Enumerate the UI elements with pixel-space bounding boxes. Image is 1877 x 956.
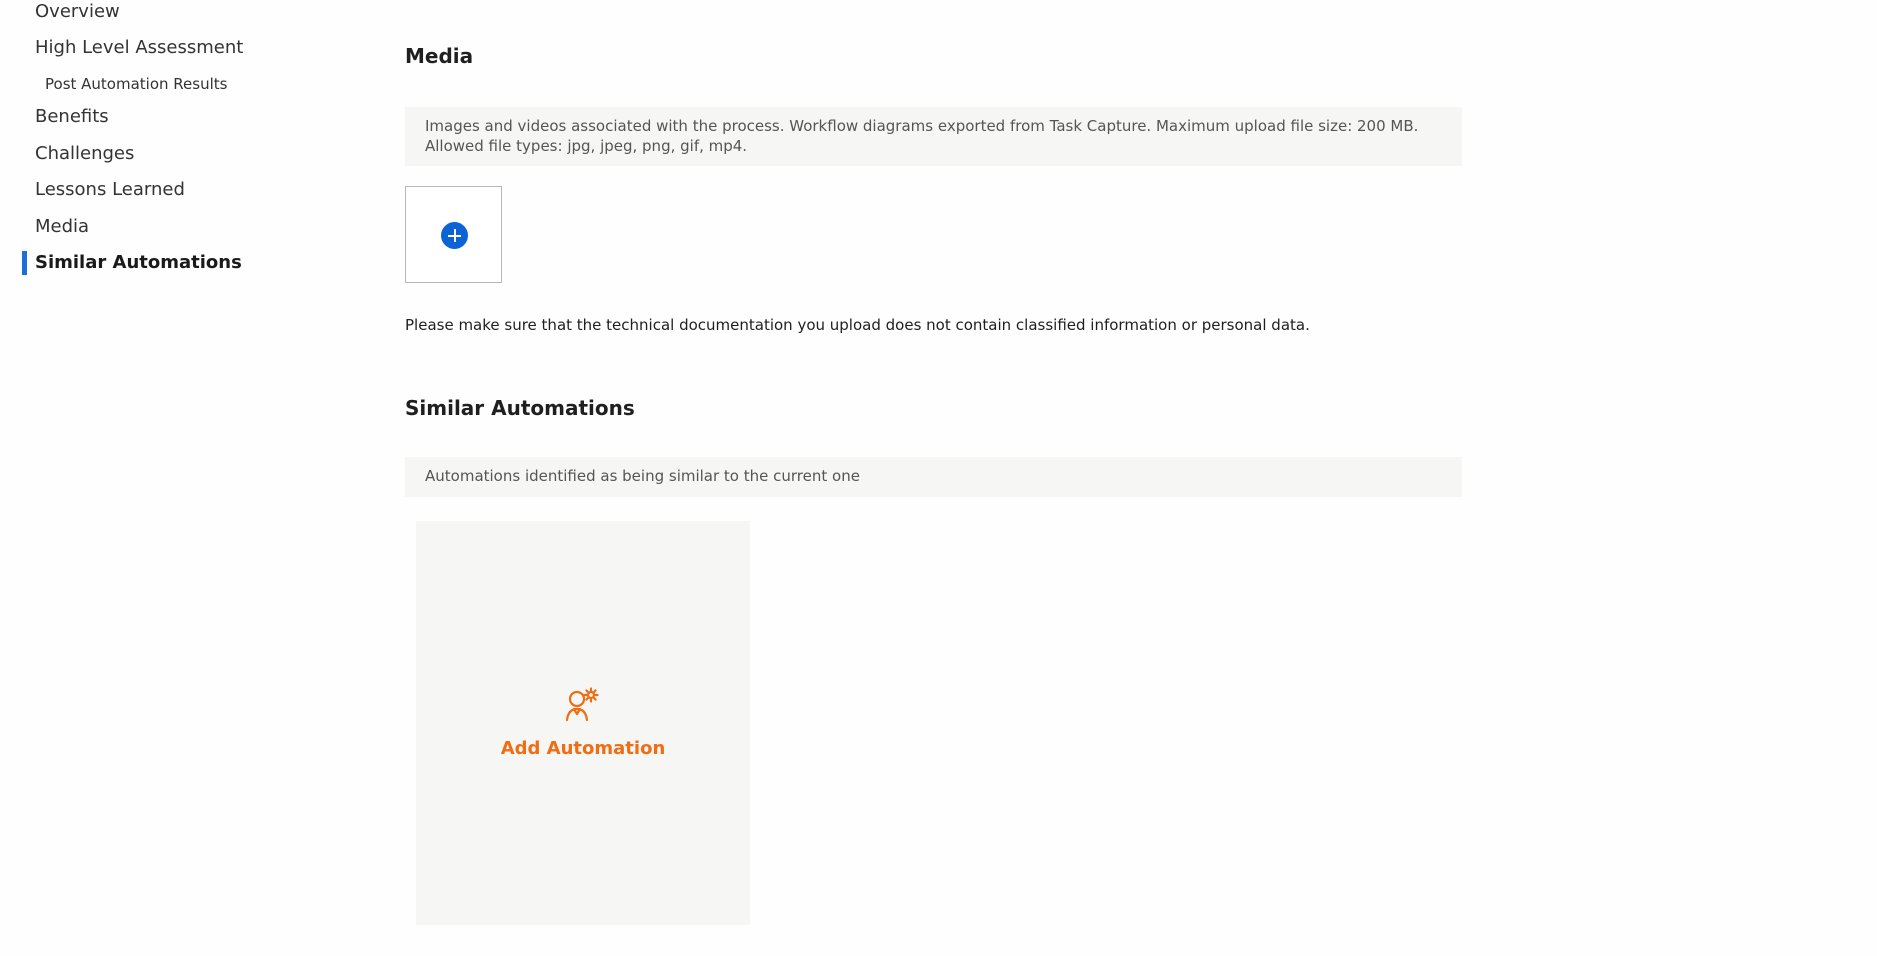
nav-item-similar-automations[interactable]: Similar Automations <box>35 251 242 275</box>
nav-item-benefits[interactable]: Benefits <box>35 105 109 129</box>
add-automation-card[interactable]: Add Automation <box>416 521 750 925</box>
upload-notice: Please make sure that the technical docu… <box>405 316 1310 334</box>
active-indicator <box>22 251 27 275</box>
section-navigation: Overview High Level Assessment Post Auto… <box>0 0 360 956</box>
nav-item-high-level-assessment[interactable]: High Level Assessment <box>35 36 243 60</box>
page: Overview High Level Assessment Post Auto… <box>0 0 1877 956</box>
nav-item-overview[interactable]: Overview <box>35 0 120 24</box>
media-upload-button[interactable] <box>405 186 502 283</box>
media-info-box: Images and videos associated with the pr… <box>405 107 1462 166</box>
nav-item-challenges[interactable]: Challenges <box>35 142 134 166</box>
plus-circle-icon <box>441 222 468 249</box>
nav-item-lessons-learned[interactable]: Lessons Learned <box>35 178 185 202</box>
user-gear-icon <box>565 687 599 722</box>
media-section-title: Media <box>405 44 474 68</box>
media-info-text: Images and videos associated with the pr… <box>425 117 1419 155</box>
add-automation-label: Add Automation <box>500 738 666 759</box>
nav-item-media[interactable]: Media <box>35 215 89 239</box>
similar-automations-info-text: Automations identified as being similar … <box>425 467 860 485</box>
nav-item-post-automation-results[interactable]: Post Automation Results <box>45 72 227 96</box>
similar-automations-info-box: Automations identified as being similar … <box>405 457 1462 497</box>
similar-automations-title: Similar Automations <box>405 396 635 420</box>
